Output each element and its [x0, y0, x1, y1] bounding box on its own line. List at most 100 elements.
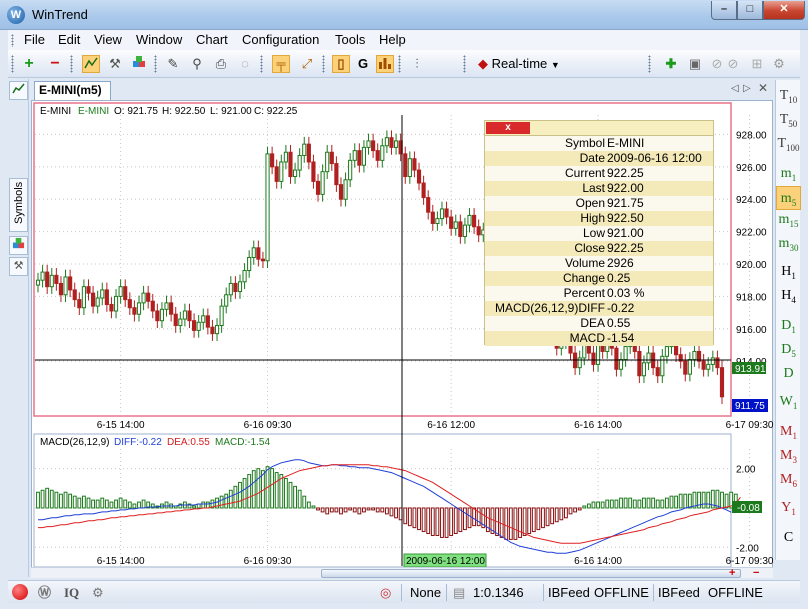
candle-body	[123, 286, 128, 301]
macd-histogram-bar	[522, 507, 527, 536]
timeframe-y1[interactable]: Y1	[776, 496, 801, 520]
data-window-label: Last	[582, 181, 605, 195]
status-separator	[446, 584, 447, 601]
timeframe-m15[interactable]: m15	[776, 208, 801, 232]
macd-histogram-bar	[288, 481, 293, 509]
stop-icon[interactable]: ⊘	[724, 55, 742, 73]
tab-next-icon[interactable]: ▷	[743, 83, 751, 94]
data-window-close-button[interactable]: x	[486, 122, 530, 134]
ib-feed-icon[interactable]: ⚙	[92, 585, 104, 601]
tab-prev-icon[interactable]: ◁	[731, 83, 739, 94]
timeframe-d[interactable]: D	[776, 362, 801, 386]
chart-tab[interactable]: E-MINI(m5)	[34, 81, 111, 100]
magic-wand-icon[interactable]: ✎	[164, 55, 182, 73]
timeframe-h1[interactable]: H1	[776, 260, 801, 284]
add-icon[interactable]: +	[20, 55, 38, 73]
macd-histogram-bar	[596, 501, 600, 509]
horizontal-scrollbar[interactable]: + −	[31, 567, 773, 579]
menu-edit[interactable]: Edit	[58, 32, 80, 47]
clear-icon[interactable]: ◌	[236, 55, 254, 73]
timeframe-t50[interactable]: T50	[776, 108, 801, 132]
timeframe-t100[interactable]: T100	[776, 132, 801, 156]
remove-icon[interactable]: −	[46, 55, 64, 73]
volume-bars-icon[interactable]	[376, 55, 394, 73]
timeframe-m1[interactable]: m1	[776, 162, 801, 186]
realtime-dropdown[interactable]: ◆ Real-time ▼	[478, 55, 598, 73]
data-window-label: Change	[562, 271, 605, 285]
price-symbol-label-2: E-MINI	[78, 106, 109, 117]
menu-file[interactable]: File	[24, 32, 45, 47]
order-window-icon[interactable]: ▣	[686, 55, 704, 73]
zoom-out-icon[interactable]: −	[753, 567, 759, 579]
settings-icon[interactable]: ⚙	[770, 55, 788, 73]
timeframe-c[interactable]: C	[776, 526, 801, 550]
price-tick-label: 920.00	[736, 260, 767, 271]
candle-body	[637, 350, 642, 377]
candles-icon[interactable]: ⫶	[408, 55, 426, 73]
menu-tools[interactable]: Tools	[335, 32, 365, 47]
close-button[interactable]: ✕	[763, 1, 805, 20]
macd-histogram-bar	[605, 499, 610, 509]
timeframe-d5[interactable]: D5	[776, 338, 801, 362]
tab-close-icon[interactable]: ✕	[758, 81, 768, 95]
macd-dea-label: DEA:0.55	[167, 437, 210, 448]
line-study-icon[interactable]	[82, 55, 100, 73]
wintrend-icon[interactable]: Ⓦ	[38, 585, 51, 601]
gann-icon[interactable]: G	[354, 55, 372, 73]
menu-help[interactable]: Help	[379, 32, 406, 47]
candle-body	[380, 145, 385, 161]
printer-icon[interactable]: ⎙	[212, 55, 230, 73]
add-order-icon[interactable]: ✚	[662, 55, 680, 73]
maximize-button[interactable]: □	[737, 1, 763, 20]
timeframe-d1[interactable]: D1	[776, 314, 801, 338]
cubes-icon[interactable]	[9, 236, 28, 255]
scrollbar-thumb[interactable]	[321, 569, 741, 578]
timeframe-main: D	[781, 342, 792, 357]
minimize-button[interactable]: –	[711, 1, 737, 20]
macd-histogram-bar	[573, 507, 578, 513]
menu-configuration[interactable]: Configuration	[242, 32, 319, 47]
candle-body	[664, 346, 669, 357]
price-tick-label: 928.00	[736, 130, 767, 141]
status-bar: Ⓦ IQ ⚙ ◎ None ▤ 1:0.1346 IBFeed OFFLINE …	[8, 580, 800, 603]
cursor-tool-icon[interactable]: ⤢	[298, 55, 316, 73]
timeframe-w1[interactable]: W1	[776, 390, 801, 414]
status-state-1: OFFLINE	[594, 585, 649, 600]
macd-histogram-bar	[91, 499, 96, 509]
toolbar-grip-icon[interactable]	[11, 55, 14, 73]
alert-icon[interactable]: ◎	[380, 585, 391, 601]
timeframe-m5[interactable]: m5	[776, 186, 801, 210]
candle-body	[393, 140, 399, 148]
candle-body	[187, 310, 192, 322]
candle-body	[251, 247, 256, 259]
data-window-rows: Symbol E-MINI Date 2009-06-16 12:00 Current 9…	[485, 136, 713, 346]
macd-histogram-bar	[577, 507, 582, 511]
timeframe-t10[interactable]: T10	[776, 84, 801, 108]
search-icon[interactable]: ⚲	[188, 55, 206, 73]
hammer-icon[interactable]: ⚒	[9, 257, 28, 276]
iq-feed-icon[interactable]: IQ	[64, 585, 79, 601]
timeframe-m30[interactable]: m30	[776, 232, 801, 256]
menu-grip-icon[interactable]	[11, 34, 14, 47]
symbols-tab[interactable]: Symbols	[9, 178, 28, 232]
timeframe-m3[interactable]: M3	[776, 444, 801, 468]
macd-histogram-bar	[325, 507, 330, 515]
menu-chart[interactable]: Chart	[196, 32, 228, 47]
menu-view[interactable]: View	[94, 32, 122, 47]
candle-body	[40, 271, 45, 281]
candle-body	[228, 282, 233, 296]
time-scale-icon[interactable]: ▯	[332, 55, 350, 73]
calendar-icon[interactable]: ⊞	[748, 55, 766, 73]
chart-icon[interactable]	[9, 81, 28, 100]
menu-window[interactable]: Window	[136, 32, 182, 47]
tools-icon[interactable]: ⚒	[106, 55, 124, 73]
candle-body	[366, 140, 371, 148]
timeframe-m1[interactable]: M1	[776, 420, 801, 444]
timeframe-m6[interactable]: M6	[776, 468, 801, 492]
record-icon[interactable]	[12, 584, 28, 600]
zoom-in-icon[interactable]: +	[729, 567, 735, 579]
data-window-value: 922.00	[607, 181, 644, 195]
cubes-icon[interactable]	[130, 55, 148, 73]
timeframe-h4[interactable]: H4	[776, 284, 801, 308]
crosshair-tool-icon[interactable]: ╤	[272, 55, 290, 73]
